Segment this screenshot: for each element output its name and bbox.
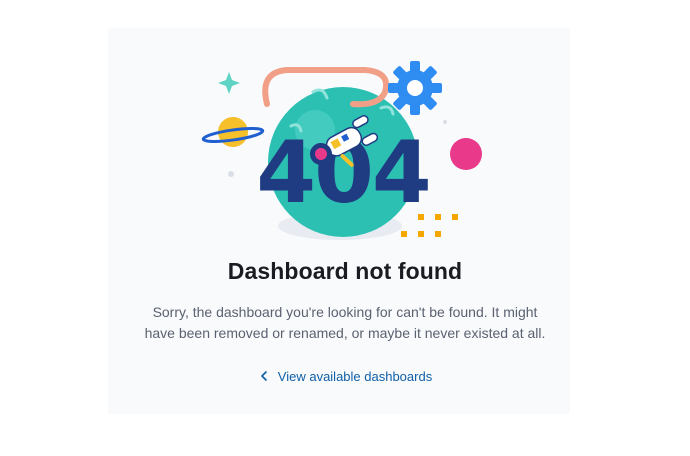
gear-icon (388, 61, 442, 115)
404-illustration: 404 (201, 61, 482, 240)
pink-planet (450, 138, 482, 170)
view-dashboards-label: View available dashboards (277, 369, 433, 384)
chevron-left-icon (260, 371, 267, 381)
view-dashboards-link[interactable]: View available dashboards (0, 369, 690, 384)
not-found-message: Sorry, the dashboard you're looking for … (125, 302, 565, 344)
sparkle-icon (218, 72, 240, 94)
message-line: have been removed or renamed, or maybe i… (144, 325, 546, 341)
star-dot (443, 120, 447, 124)
saturn-planet (201, 117, 265, 147)
page-title: Dashboard not found (227, 258, 463, 284)
star-dot (228, 171, 234, 177)
message-line: Sorry, the dashboard you're looking for … (152, 304, 538, 320)
